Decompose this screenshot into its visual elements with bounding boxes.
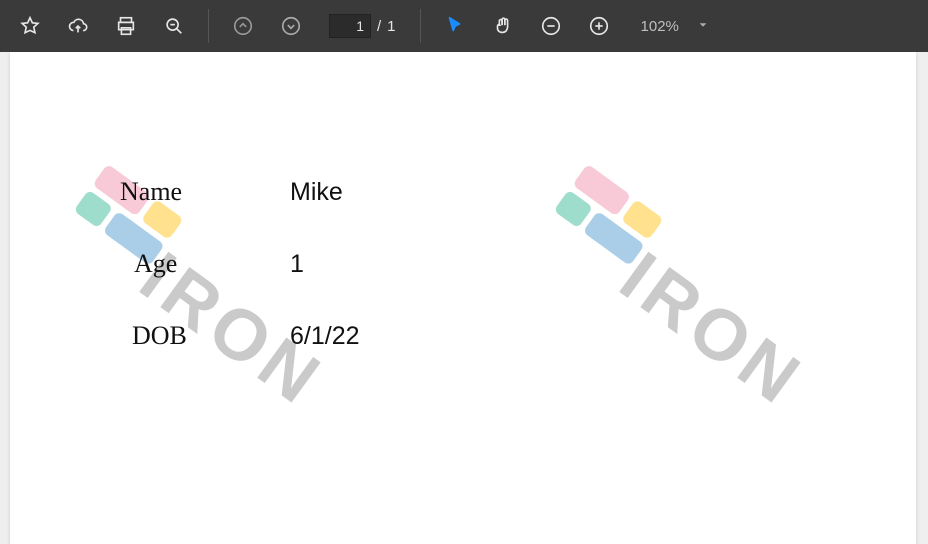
hand-tool-icon[interactable] (479, 0, 527, 52)
field-row-dob: DOB 6/1/22 (120, 321, 360, 393)
page-up-icon[interactable] (219, 0, 267, 52)
watermark-text: IRON (605, 236, 818, 422)
zoom-in-icon[interactable] (575, 0, 623, 52)
page-down-icon[interactable] (267, 0, 315, 52)
zoom-out-icon[interactable] (527, 0, 575, 52)
search-icon[interactable] (150, 0, 198, 52)
form-fields: Name Mike Age 1 DOB 6/1/22 (120, 177, 360, 393)
pdf-page: IRON IRON Name Mike Age 1 DOB 6/1/22 (10, 52, 916, 544)
zoom-level-value: 102% (641, 18, 679, 35)
document-area: IRON IRON Name Mike Age 1 DOB 6/1/22 (0, 52, 928, 544)
watermark: IRON (516, 158, 684, 326)
star-icon[interactable] (6, 0, 54, 52)
dob-value: 6/1/22 (290, 322, 360, 351)
field-row-age: Age 1 (120, 249, 360, 321)
name-value: Mike (290, 178, 343, 207)
current-page-input[interactable] (329, 14, 371, 38)
chevron-down-icon (697, 18, 709, 35)
field-row-name: Name Mike (120, 177, 360, 249)
age-label: Age (120, 249, 290, 279)
page-separator: / (377, 18, 381, 35)
dob-label: DOB (120, 321, 290, 351)
select-tool-icon[interactable] (431, 0, 479, 52)
separator (208, 9, 209, 43)
pdf-toolbar: / 1 102% (0, 0, 928, 52)
total-pages: 1 (387, 18, 395, 35)
page-indicator: / 1 (329, 14, 396, 38)
cloud-upload-icon[interactable] (54, 0, 102, 52)
age-value: 1 (290, 250, 304, 279)
name-label: Name (120, 177, 290, 207)
separator (420, 9, 421, 43)
zoom-level-dropdown[interactable]: 102% (623, 18, 719, 35)
print-icon[interactable] (102, 0, 150, 52)
